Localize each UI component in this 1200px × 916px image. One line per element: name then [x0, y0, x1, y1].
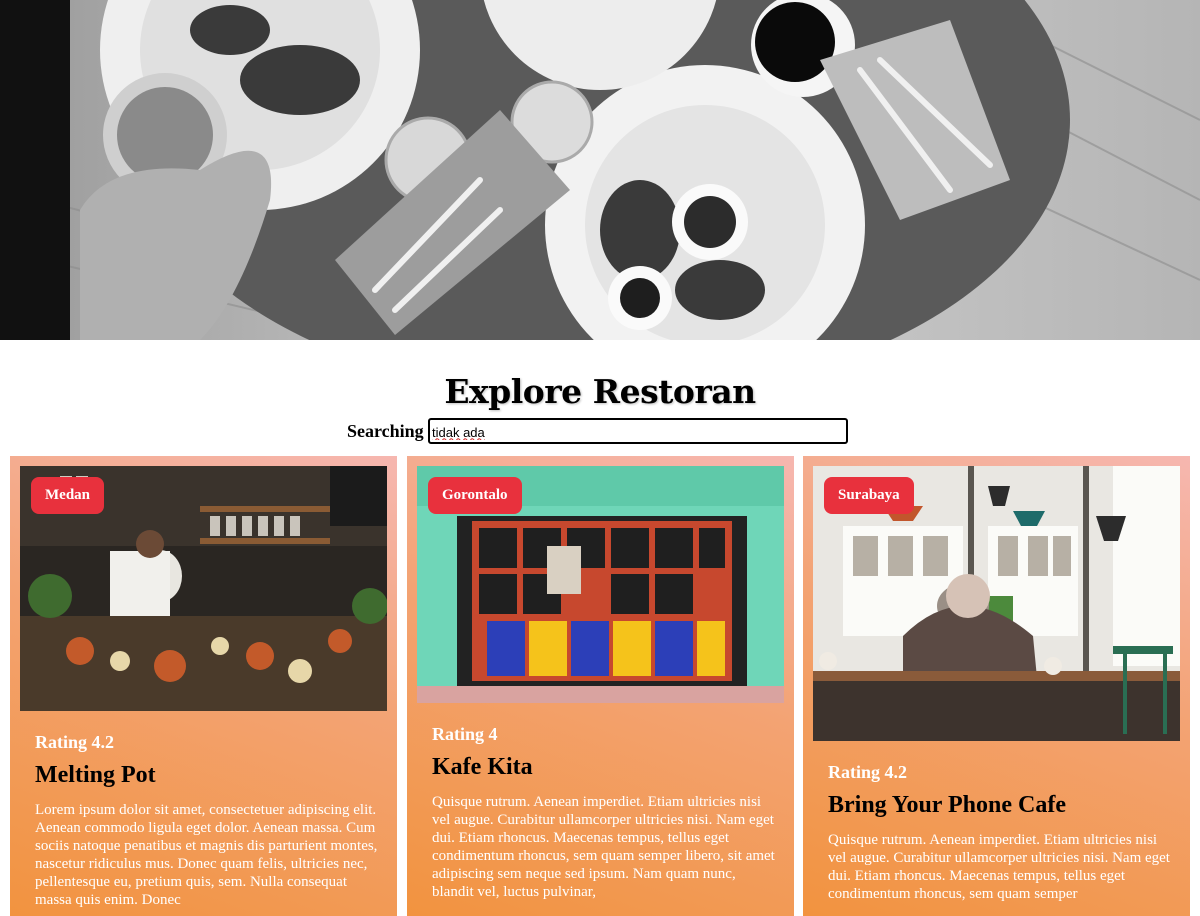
page-title: Explore Restoran [444, 372, 756, 411]
city-badge: Medan [31, 477, 104, 514]
restaurant-description: Lorem ipsum dolor sit amet, consectetuer… [35, 802, 378, 908]
restaurant-rating: Rating 4.2 [35, 732, 115, 752]
search-label: Searching [347, 421, 424, 441]
restaurant-card[interactable]: Surabaya Rating 4.2 Bring Your Phone Caf… [803, 456, 1190, 916]
restaurant-description: Quisque rutrum. Aenean imperdiet. Etiam … [432, 794, 775, 900]
city-badge: Gorontalo [428, 477, 522, 514]
hero-photo [0, 0, 1200, 340]
hero-image [0, 0, 1200, 340]
restaurant-rating: Rating 4 [432, 724, 498, 744]
restaurant-card[interactable]: Gorontalo Rating 4 Kafe Kita Quisque rut… [407, 456, 794, 916]
restaurant-name[interactable]: Bring Your Phone Cafe [828, 792, 1066, 819]
restaurant-name[interactable]: Kafe Kita [432, 754, 533, 781]
restaurant-description: Quisque rutrum. Aenean imperdiet. Etiam … [828, 832, 1170, 902]
restaurant-name[interactable]: Melting Pot [35, 762, 156, 789]
restaurant-card[interactable]: Medan Rating 4.2 Melting Pot Lorem ipsum… [10, 456, 397, 916]
restaurant-list: Medan Rating 4.2 Melting Pot Lorem ipsum… [0, 456, 1200, 916]
restaurant-rating: Rating 4.2 [828, 762, 908, 782]
search-input[interactable] [428, 418, 848, 444]
city-badge: Surabaya [824, 477, 914, 514]
